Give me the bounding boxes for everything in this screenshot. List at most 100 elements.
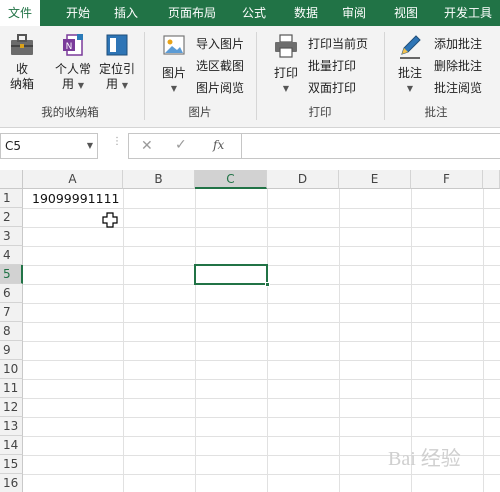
personal-common-button[interactable]: N 个人常 用 ▼ [52,32,94,93]
print-current-page-label: 打印当前页 [308,37,369,51]
formula-bar-grip[interactable]: ⋮ [112,137,122,153]
row-header-12[interactable]: 12 [0,398,23,417]
row-header-6[interactable]: 6 [0,284,23,303]
group-label-print: 打印 [308,105,332,119]
add-comment-button[interactable]: 添加批注 [434,34,482,54]
print-button[interactable]: 打印 ▼ [268,32,304,96]
formula-input[interactable] [242,133,500,159]
row-header-16[interactable]: 16 [0,474,23,492]
region-screenshot-label: 选区截图 [196,59,245,73]
browse-comment-label: 批注阅览 [434,81,483,95]
spreadsheet-grid[interactable]: A B C D E F 1 2 3 4 5 6 7 8 9 10 11 12 1… [0,170,500,492]
column-header-g[interactable] [483,170,500,189]
printer-icon [275,34,297,58]
row-header-11[interactable]: 11 [0,379,23,398]
browse-comment-button[interactable]: 批注阅览 [434,78,482,98]
tab-insert[interactable]: 插入 [104,0,148,26]
column-header-d[interactable]: D [267,170,339,189]
import-picture-button[interactable]: 导入图片 [196,34,244,54]
cell-a1[interactable]: 19099991111 [32,189,122,208]
picture-icon [163,35,185,55]
group-label-comment: 批注 [424,105,448,119]
duplex-print-button[interactable]: 双面打印 [308,78,356,98]
row-header-8[interactable]: 8 [0,322,23,341]
picture-button[interactable]: 图片 ▼ [156,32,192,96]
formula-bar: C5 ▼ ⋮ ✕ ✓ fx [0,128,500,168]
onenote-icon: N [63,34,83,56]
gridline [23,322,500,323]
tab-developer[interactable]: 开发工具 [436,0,500,26]
gridline [23,360,500,361]
cancel-icon[interactable]: ✕ [141,138,153,154]
chevron-down-icon: ▼ [406,84,414,93]
row-header-10[interactable]: 10 [0,360,23,379]
row-header-9[interactable]: 9 [0,341,23,360]
personal-common-label-2-text: 用 [62,77,75,91]
column-header-b[interactable]: B [123,170,195,189]
gridline [23,417,500,418]
name-box[interactable]: C5 ▼ [0,133,98,159]
gridline [23,246,500,247]
column-header-c[interactable]: C [195,170,267,189]
group-divider [256,32,257,120]
column-header-f[interactable]: F [411,170,483,189]
delete-comment-button[interactable]: 删除批注 [434,56,482,76]
gridline [23,436,500,437]
row-header-14[interactable]: 14 [0,436,23,455]
column-header-e[interactable]: E [339,170,411,189]
picture-browse-button[interactable]: 图片阅览 [196,78,244,98]
print-current-page-button[interactable]: 打印当前页 [308,34,368,54]
comment-label: 批注 [397,66,422,80]
cell-cursor-icon [102,212,118,228]
name-box-value: C5 [5,139,22,153]
fill-handle[interactable] [265,282,270,287]
svg-text:N: N [66,42,73,52]
row-header-3[interactable]: 3 [0,227,23,246]
chevron-down-icon: ▼ [282,84,290,93]
group-label-picture: 图片 [188,105,212,119]
locate-reference-icon [106,34,128,56]
row-header-7[interactable]: 7 [0,303,23,322]
tab-view[interactable]: 视图 [384,0,428,26]
tab-page-layout[interactable]: 页面布局 [158,0,226,26]
tab-home[interactable]: 开始 [56,0,100,26]
gridline [23,208,500,209]
duplex-print-label: 双面打印 [308,81,357,95]
gridline [23,398,500,399]
column-header-a[interactable]: A [23,170,123,189]
import-picture-label: 导入图片 [196,37,245,51]
tab-data[interactable]: 数据 [284,0,328,26]
storage-box-button[interactable]: 收 纳箱 [4,32,40,92]
watermark-text: Bai 经验 [388,448,461,470]
insert-function-icon[interactable]: fx [213,138,224,152]
gridline [23,303,500,304]
delete-comment-label: 删除批注 [434,59,483,73]
chevron-down-icon: ▼ [121,81,128,90]
tab-formulas[interactable]: 公式 [232,0,276,26]
storage-box-label-1: 收 [15,62,28,76]
confirm-icon[interactable]: ✓ [175,137,187,153]
row-header-13[interactable]: 13 [0,417,23,436]
comment-button[interactable]: 批注 ▼ [392,32,428,96]
batch-print-button[interactable]: 批量打印 [308,56,356,76]
toolbox-icon [11,34,33,55]
row-header-15[interactable]: 15 [0,455,23,474]
chevron-down-icon[interactable]: ▼ [87,134,93,158]
region-screenshot-button[interactable]: 选区截图 [196,56,244,76]
row-header-2[interactable]: 2 [0,208,23,227]
group-divider [144,32,145,120]
tab-review[interactable]: 审阅 [332,0,376,26]
tab-file[interactable]: 文件 [0,0,40,26]
pen-comment-icon [400,35,421,59]
ribbon: 收 纳箱 N 个人常 用 ▼ 定位引 用 ▼ 我的收纳箱 图片 ▼ 导入图片 选… [0,26,500,128]
formula-buttons: ✕ ✓ fx [128,133,242,159]
locate-reference-label-2-text: 用 [106,77,119,91]
chevron-down-icon: ▼ [170,84,178,93]
row-header-1[interactable]: 1 [0,189,23,208]
row-header-5[interactable]: 5 [0,265,23,284]
locate-reference-label-1: 定位引 [98,62,135,76]
row-header-4[interactable]: 4 [0,246,23,265]
selected-cell-c5[interactable] [194,264,268,285]
locate-reference-button[interactable]: 定位引 用 ▼ [96,32,138,93]
select-all-corner[interactable] [0,170,23,189]
